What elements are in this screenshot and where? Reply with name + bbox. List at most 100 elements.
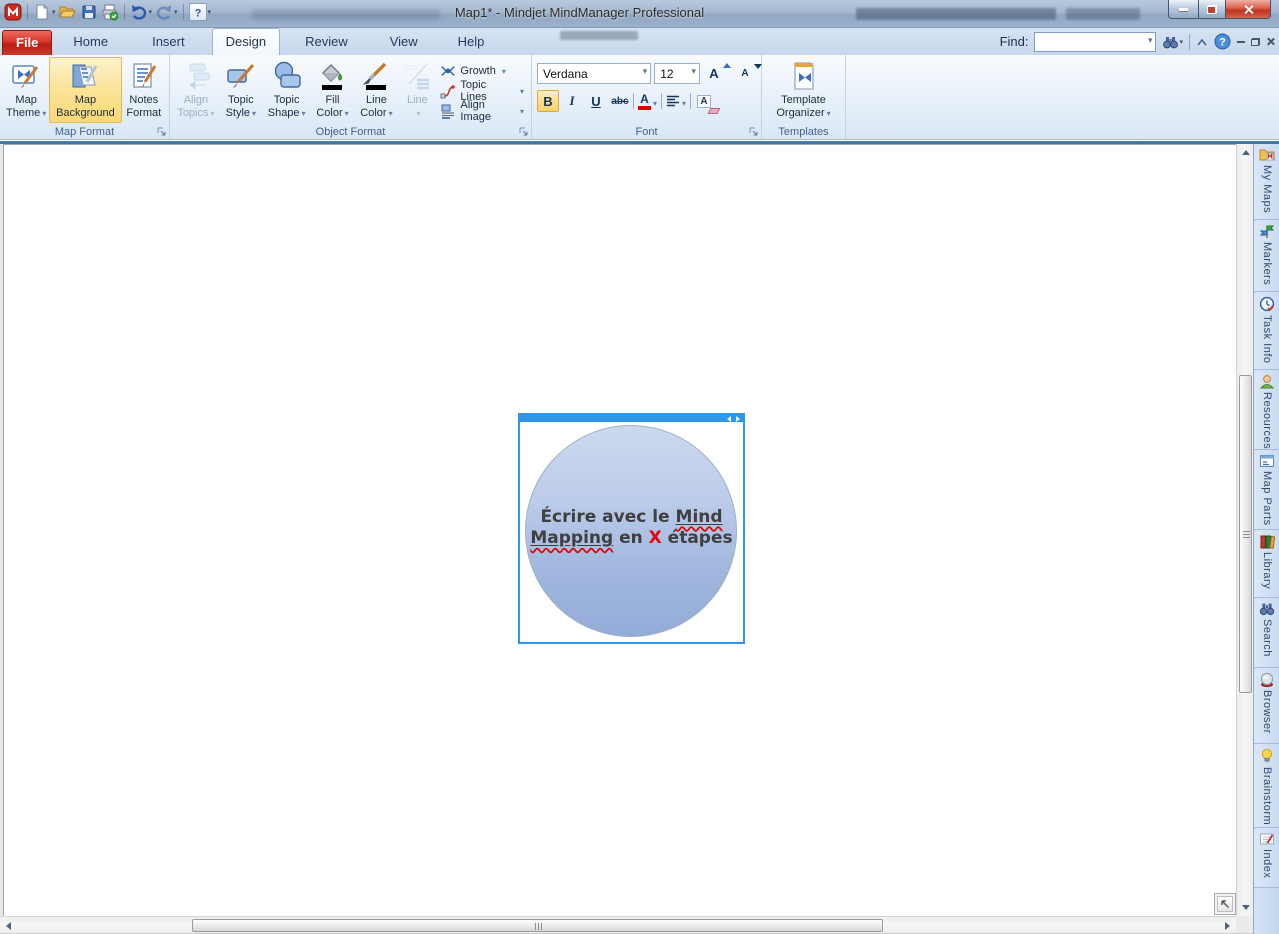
strikethrough-button[interactable]: abc	[609, 90, 631, 112]
font-color-button[interactable]: A	[636, 90, 659, 112]
font-dialog-launcher-icon[interactable]	[748, 126, 759, 137]
sidebar-tab-label: Index	[1261, 849, 1273, 878]
vertical-scroll-thumb[interactable]	[1239, 375, 1252, 693]
binoculars-dropdown-icon[interactable]: ▾	[1179, 38, 1183, 46]
align-image-button[interactable]: Align Image	[440, 102, 524, 120]
growth-button[interactable]: Growth	[440, 62, 524, 80]
shrink-font-button[interactable]: A	[734, 62, 756, 84]
map-background-icon	[69, 60, 101, 92]
sidebar-tab-label: Task Info	[1261, 315, 1273, 364]
topic-lines-button[interactable]: Topic Lines	[440, 82, 524, 100]
tab-design[interactable]: Design	[212, 28, 280, 55]
tab-home[interactable]: Home	[60, 29, 121, 55]
scroll-down-button[interactable]	[1237, 899, 1254, 916]
tab-help[interactable]: Help	[445, 29, 498, 55]
sidebar-tab-browser[interactable]: Browser	[1254, 668, 1279, 744]
font-color-icon: A	[638, 93, 651, 110]
close-button[interactable]	[1226, 0, 1271, 19]
group-label-map-format: Map Format	[0, 126, 169, 138]
sidebar-tab-resources[interactable]: Resources	[1254, 370, 1279, 450]
screen-artifact	[560, 31, 638, 40]
fit-map-button[interactable]	[1214, 893, 1236, 915]
text-alignment-button[interactable]	[664, 90, 688, 112]
line-color-button[interactable]: Line Color	[354, 57, 398, 123]
separator	[690, 93, 691, 109]
window-controls	[1168, 0, 1271, 19]
align-image-label: Align Image	[460, 99, 514, 123]
object-format-dialog-launcher-icon[interactable]	[518, 126, 529, 137]
topic-style-icon	[225, 60, 257, 92]
tab-view[interactable]: View	[377, 29, 431, 55]
document-restore-icon[interactable]	[1251, 32, 1260, 52]
ribbon-help-icon[interactable]: ?	[1214, 32, 1231, 52]
horizontal-scroll-thumb[interactable]	[192, 919, 883, 932]
ribbon-tab-bar: File Home Insert Design Review View Help…	[0, 28, 1279, 55]
find-area: Find: ▾ ?	[1000, 28, 1275, 55]
font-family-select[interactable]: Verdana	[537, 63, 651, 84]
template-organizer-button[interactable]: Template Organizer	[768, 57, 840, 123]
sidebar-tab-label: Resources	[1261, 392, 1273, 449]
line-button[interactable]: Line	[398, 57, 436, 123]
group-label-object-format: Object Format	[170, 126, 531, 138]
document-minimize-icon[interactable]	[1237, 32, 1245, 52]
ribbon: Map Theme Map Background Notes Format Ma…	[0, 55, 1279, 140]
find-binoculars-icon[interactable]: ▾	[1162, 32, 1183, 52]
sidebar-tab-map-parts[interactable]: Map Parts	[1254, 450, 1279, 530]
align-topics-icon	[180, 60, 212, 92]
topic-style-button[interactable]: Topic Style	[219, 57, 263, 123]
task-pane-sidebar: My Maps Markers Task Info Resources Map …	[1253, 144, 1279, 934]
sidebar-tab-brainstorm[interactable]: Brainstorm	[1254, 744, 1279, 828]
horizontal-scrollbar[interactable]	[0, 916, 1236, 933]
sidebar-tab-library[interactable]: Library	[1254, 530, 1279, 598]
group-map-format: Map Theme Map Background Notes Format Ma…	[0, 55, 170, 139]
sidebar-tab-index[interactable]: Index	[1254, 828, 1279, 888]
dropdown-arrow-icon	[209, 107, 215, 119]
align-topics-button[interactable]: Align Topics	[173, 57, 219, 123]
sidebar-tab-label: My Maps	[1261, 165, 1273, 213]
tab-review[interactable]: Review	[292, 29, 361, 55]
brainstorm-icon	[1259, 748, 1275, 764]
find-input[interactable]	[1034, 32, 1156, 52]
central-topic[interactable]: Écrire avec le Mind Mapping en X étapes	[518, 413, 745, 644]
sidebar-tab-search[interactable]: Search	[1254, 598, 1279, 668]
underline-button[interactable]: U	[585, 90, 607, 112]
fill-color-button[interactable]: Fill Color	[311, 57, 355, 123]
topic-shape-button[interactable]: Topic Shape	[263, 57, 311, 123]
map-background-button[interactable]: Map Background	[49, 57, 121, 123]
svg-text:?: ?	[1219, 37, 1226, 49]
topic-shape-icon	[271, 60, 303, 92]
group-font: Verdana 12 A A B I U abc A	[532, 55, 762, 139]
scroll-left-button[interactable]	[0, 917, 17, 934]
topic-selection-bar[interactable]	[520, 415, 743, 422]
document-close-icon[interactable]	[1266, 32, 1275, 52]
scroll-up-button[interactable]	[1237, 144, 1254, 161]
group-object-format: Align Topics Topic Style Topic Shape Fil…	[170, 55, 532, 139]
sidebar-tab-my-maps[interactable]: My Maps	[1254, 144, 1279, 220]
bold-button[interactable]: B	[537, 90, 559, 112]
dropdown-arrow-icon	[387, 107, 393, 119]
restore-button[interactable]	[1198, 0, 1226, 19]
sidebar-tab-markers[interactable]: Markers	[1254, 220, 1279, 292]
font-size-select[interactable]: 12	[654, 63, 700, 84]
tab-insert[interactable]: Insert	[139, 29, 198, 55]
dropdown-arrow-icon	[40, 107, 46, 119]
clear-formatting-button[interactable]: A	[693, 90, 715, 112]
resources-icon	[1259, 374, 1275, 389]
tab-file[interactable]: File	[2, 30, 52, 55]
topic-lines-icon	[440, 83, 456, 99]
scroll-right-button[interactable]	[1219, 917, 1236, 934]
vertical-scrollbar[interactable]	[1236, 144, 1253, 916]
application-window: ▾ ▾ ▾ ? ▾ Map1* - Mind	[0, 0, 1279, 934]
grow-font-button[interactable]: A	[703, 62, 725, 84]
titlebar[interactable]: ▾ ▾ ▾ ? ▾ Map1* - Mind	[0, 0, 1279, 28]
map-canvas[interactable]: Écrire avec le Mind Mapping en X étapes	[0, 144, 1236, 916]
map-format-dialog-launcher-icon[interactable]	[156, 126, 167, 137]
italic-button[interactable]: I	[561, 90, 583, 112]
minimize-button[interactable]	[1168, 0, 1198, 19]
browser-icon	[1259, 672, 1275, 687]
map-theme-button[interactable]: Map Theme	[3, 57, 49, 123]
notes-format-button[interactable]: Notes Format	[122, 57, 166, 123]
minimize-ribbon-icon[interactable]	[1196, 32, 1208, 52]
fill-color-icon	[316, 60, 348, 92]
sidebar-tab-task-info[interactable]: Task Info	[1254, 292, 1279, 370]
